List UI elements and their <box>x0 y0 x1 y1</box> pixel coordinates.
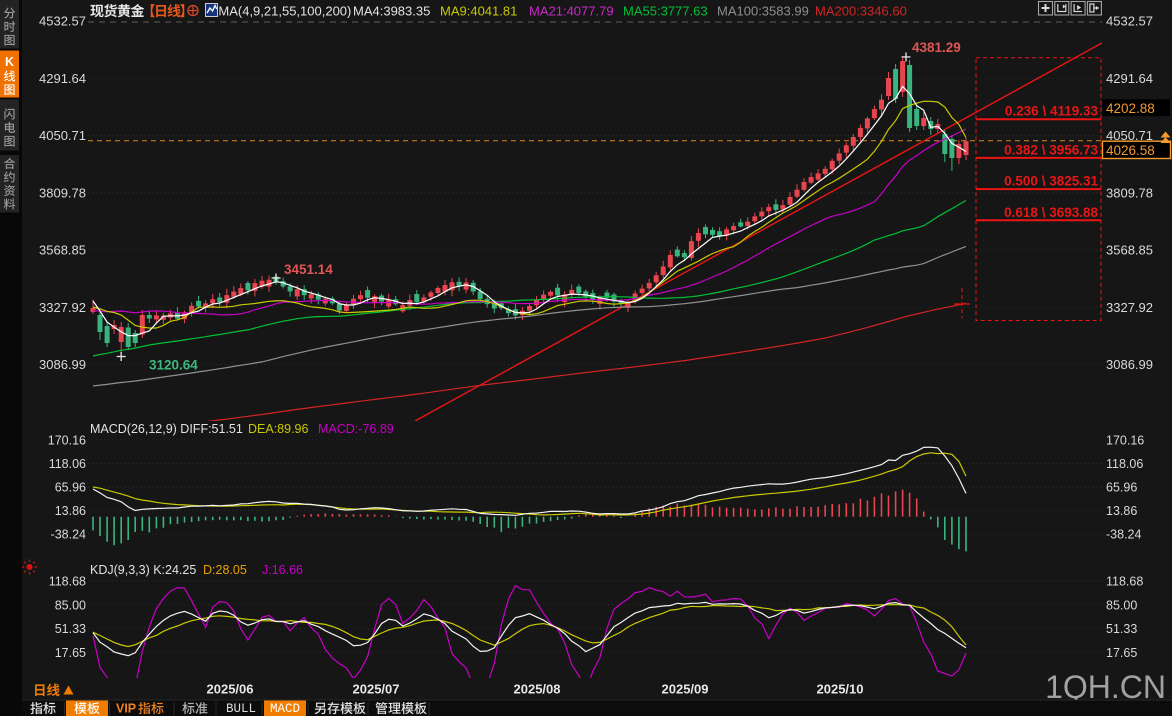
svg-text:65.96: 65.96 <box>1106 481 1137 495</box>
svg-text:3451.14: 3451.14 <box>284 262 333 277</box>
svg-text:2025/10: 2025/10 <box>817 682 864 697</box>
svg-text:118.06: 118.06 <box>49 457 86 471</box>
svg-text:3809.78: 3809.78 <box>1106 185 1153 200</box>
svg-text:3327.92: 3327.92 <box>39 300 86 315</box>
svg-text:4291.64: 4291.64 <box>39 71 86 86</box>
svg-text:MA(4,9,21,55,100,200): MA(4,9,21,55,100,200) <box>218 4 351 19</box>
svg-text:BULL: BULL <box>226 702 256 716</box>
svg-text:3568.85: 3568.85 <box>39 243 86 258</box>
svg-text:-38.24: -38.24 <box>1106 528 1141 542</box>
svg-text:4050.71: 4050.71 <box>39 128 86 143</box>
svg-text:MA55:3777.63: MA55:3777.63 <box>623 4 708 19</box>
svg-text:51.33: 51.33 <box>55 622 86 636</box>
svg-text:MA4:3983.35: MA4:3983.35 <box>353 4 430 19</box>
svg-text:85.00: 85.00 <box>55 598 86 612</box>
svg-text:3120.64: 3120.64 <box>149 358 198 373</box>
svg-text:MA9:4041.81: MA9:4041.81 <box>440 4 517 19</box>
svg-text:2025/07: 2025/07 <box>353 682 400 697</box>
svg-text:4026.58: 4026.58 <box>1106 143 1155 158</box>
svg-text:MACD(26,12,9) DIFF:51.51: MACD(26,12,9) DIFF:51.51 <box>90 422 243 436</box>
svg-text:65.96: 65.96 <box>55 481 86 495</box>
svg-text:J:16.66: J:16.66 <box>262 563 303 577</box>
svg-text:MA200:3346.60: MA200:3346.60 <box>815 4 907 19</box>
svg-text:DEA:89.96: DEA:89.96 <box>248 422 309 436</box>
svg-text:4532.57: 4532.57 <box>39 14 86 29</box>
svg-text:51.33: 51.33 <box>1106 622 1137 636</box>
svg-text:170.16: 170.16 <box>48 434 86 448</box>
svg-text:13.86: 13.86 <box>55 504 86 518</box>
svg-text:13.86: 13.86 <box>1106 504 1137 518</box>
svg-text:-38.24: -38.24 <box>51 528 86 542</box>
svg-text:K: K <box>5 55 14 69</box>
svg-text:4291.64: 4291.64 <box>1106 71 1153 86</box>
svg-text:MA21:4077.79: MA21:4077.79 <box>529 4 614 19</box>
svg-text:3086.99: 3086.99 <box>39 357 86 372</box>
svg-text:0.500 \ 3825.31: 0.500 \ 3825.31 <box>1004 174 1098 189</box>
svg-text:MACD: MACD <box>270 702 300 716</box>
svg-text:VIP: VIP <box>116 702 136 716</box>
svg-text:2025/06: 2025/06 <box>207 682 254 697</box>
svg-text:118.06: 118.06 <box>1106 457 1143 471</box>
svg-text:MA100:3583.99: MA100:3583.99 <box>717 4 809 19</box>
svg-text:4381.29: 4381.29 <box>912 40 961 55</box>
svg-text:17.65: 17.65 <box>1106 646 1137 660</box>
svg-text:4532.57: 4532.57 <box>1106 14 1153 29</box>
svg-text:3809.78: 3809.78 <box>39 185 86 200</box>
svg-text:3086.99: 3086.99 <box>1106 357 1153 372</box>
svg-text:0.382 \ 3956.73: 0.382 \ 3956.73 <box>1004 142 1098 157</box>
svg-text:118.68: 118.68 <box>1106 575 1143 589</box>
svg-text:170.16: 170.16 <box>1106 434 1144 448</box>
svg-text:4202.88: 4202.88 <box>1106 101 1155 116</box>
svg-text:KDJ(9,3,3) K:24.25: KDJ(9,3,3) K:24.25 <box>90 563 196 577</box>
svg-text:3327.92: 3327.92 <box>1106 300 1153 315</box>
svg-text:2025/08: 2025/08 <box>514 682 561 697</box>
svg-text:0.236 \ 4119.33: 0.236 \ 4119.33 <box>1005 104 1099 119</box>
svg-text:85.00: 85.00 <box>1106 598 1137 612</box>
svg-text:3568.85: 3568.85 <box>1106 243 1153 258</box>
svg-text:17.65: 17.65 <box>55 646 86 660</box>
svg-text:D:28.05: D:28.05 <box>203 563 247 577</box>
svg-text:2025/09: 2025/09 <box>662 682 709 697</box>
svg-text:MACD:-76.89: MACD:-76.89 <box>318 422 394 436</box>
svg-text:0.618 \ 3693.88: 0.618 \ 3693.88 <box>1004 205 1098 220</box>
svg-text:118.68: 118.68 <box>49 575 86 589</box>
